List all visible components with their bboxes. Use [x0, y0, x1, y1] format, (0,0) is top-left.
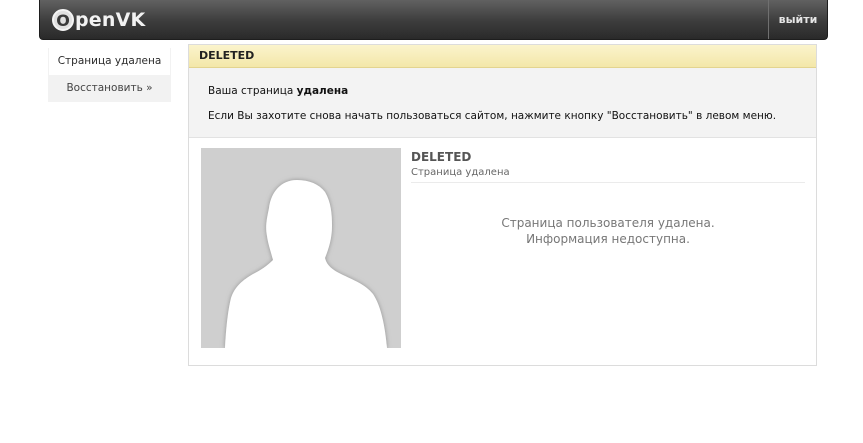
notice-line-2: Если Вы захотите снова начать пользовать…	[208, 110, 777, 122]
sidebar-item-page-deleted[interactable]: Страница удалена	[48, 48, 171, 75]
main-panel: DELETED Ваша страница удалена Если Вы за…	[188, 44, 817, 366]
notice-bold: удалена	[296, 85, 349, 97]
deleted-message-line-2: Информация недоступна.	[526, 232, 690, 246]
logo-text: penVK	[75, 9, 146, 31]
deleted-message: Страница пользователя удалена. Информаци…	[411, 215, 805, 247]
deleted-notice: Ваша страница удалена Если Вы захотите с…	[189, 68, 816, 138]
left-menu: Страница удалена Восстановить »	[48, 48, 171, 102]
deleted-message-line-1: Страница пользователя удалена.	[501, 216, 715, 230]
logo-o-icon: O	[52, 9, 74, 31]
sidebar-item-restore[interactable]: Восстановить »	[48, 75, 171, 102]
profile-status: Страница удалена	[411, 167, 805, 183]
logout-button[interactable]: выйти	[768, 0, 827, 39]
profile-info: DELETED Страница удалена Страница пользо…	[411, 150, 805, 247]
default-avatar-silhouette-icon	[225, 180, 387, 348]
avatar	[201, 148, 401, 348]
page-title: DELETED	[189, 45, 816, 68]
notice-prefix: Ваша страница	[208, 85, 297, 97]
profile-name: DELETED	[411, 150, 472, 164]
notice-line-1: Ваша страница удалена	[208, 85, 816, 97]
top-header: O penVK выйти	[39, 0, 828, 40]
openvk-logo[interactable]: O penVK	[52, 6, 145, 34]
